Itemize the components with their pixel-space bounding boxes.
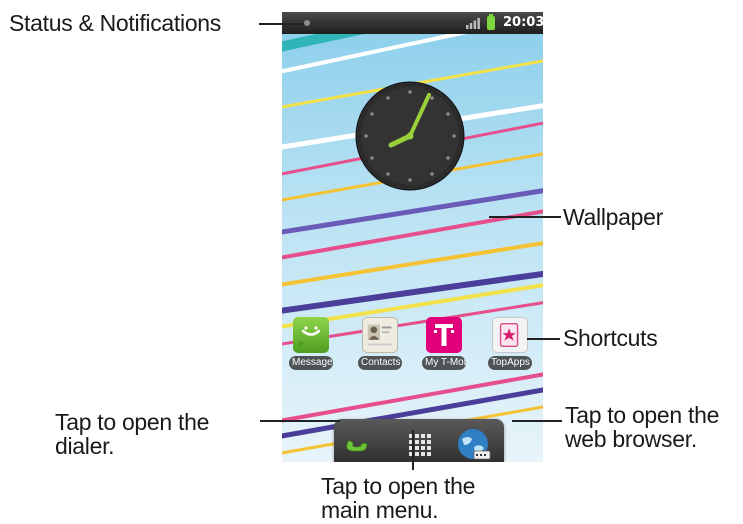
callout-dialer-line2: dialer. (55, 433, 115, 459)
shortcut-my-tmobile[interactable]: My T-Mobi (420, 317, 468, 370)
callout-line (260, 420, 340, 422)
battery-icon (487, 14, 495, 30)
shortcut-label: Messages (289, 356, 333, 370)
wallpaper-stripe (282, 226, 543, 296)
callout-browser: Tap to open the web browser. (565, 403, 719, 451)
callout-line (259, 23, 304, 25)
callout-menu-line1: Tap to open the (321, 473, 476, 499)
signal-icon (466, 18, 480, 29)
shortcut-label: Contacts (358, 356, 402, 370)
callout-browser-line1: Tap to open the (565, 402, 720, 428)
shortcut-contacts[interactable]: Contacts (356, 317, 404, 370)
callout-menu-line2: main menu. (321, 497, 439, 523)
contacts-icon (362, 317, 398, 353)
main-menu-button[interactable] (398, 423, 440, 462)
callout-dialer-line1: Tap to open the (55, 409, 210, 435)
shortcut-label: My T-Mobi (422, 356, 466, 370)
callout-shortcuts: Shortcuts (563, 325, 658, 351)
shortcut-topapps[interactable]: TopApps (486, 317, 534, 370)
callout-main-menu: Tap to open the main menu. (321, 474, 475, 522)
callout-wallpaper: Wallpaper (563, 204, 663, 230)
globe-icon (458, 429, 491, 460)
app-grid-icon (409, 434, 431, 456)
browser-button[interactable] (452, 423, 494, 462)
shortcut-label: TopApps (488, 356, 532, 370)
status-bar[interactable]: 20:03 (282, 12, 543, 34)
notification-dot-icon (304, 20, 310, 26)
callout-status-notifications: Status & Notifications (9, 10, 222, 36)
callout-dialer: Tap to open the dialer. (55, 410, 209, 458)
wallpaper[interactable]: Messages Contacts (282, 34, 543, 462)
callout-line (412, 430, 414, 470)
topapps-icon (492, 317, 528, 353)
callout-browser-line2: web browser. (565, 426, 697, 452)
callout-line (512, 420, 562, 422)
phone-screen: 20:03 Message Contacts My T-Mo TopApps (282, 12, 543, 462)
wallpaper-stripe (282, 34, 543, 64)
phone-icon (346, 440, 368, 452)
messages-icon (293, 317, 329, 353)
tmobile-icon (426, 317, 462, 353)
analog-clock-widget[interactable] (355, 81, 465, 191)
shortcut-messages[interactable]: Messages (287, 317, 335, 370)
callout-line (527, 338, 560, 340)
wallpaper-stripe (282, 193, 543, 270)
dock-bar (334, 419, 504, 462)
callout-line (489, 216, 561, 218)
dialer-button[interactable] (340, 423, 382, 462)
status-time: 20:03 (503, 15, 543, 30)
